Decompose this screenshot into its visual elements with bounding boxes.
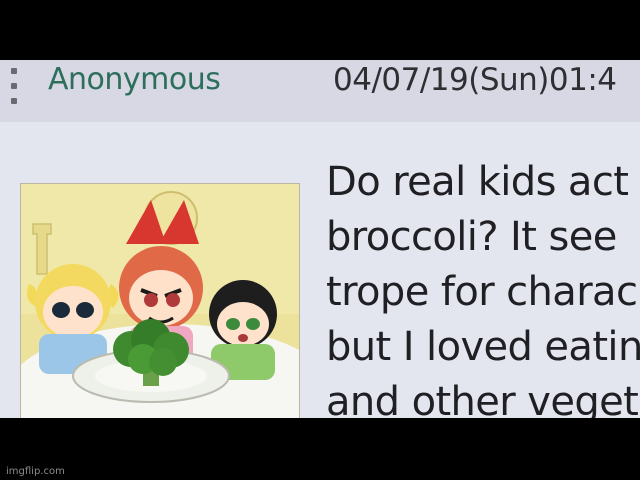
vertical-ellipsis-icon[interactable]: [10, 68, 18, 104]
post-body: Do real kids act broccoli? It see trope …: [326, 155, 640, 418]
post-date: 04/07/19(Sun)01:4: [333, 62, 617, 98]
post-line: Do real kids act: [326, 159, 629, 205]
post-line: broccoli? It see: [326, 214, 617, 260]
post-header: Anonymous 04/07/19(Sun)01:4: [0, 60, 640, 122]
post-photo: Anonymous 04/07/19(Sun)01:4 Do real kids…: [0, 60, 640, 418]
thumbnail-image: [21, 184, 299, 418]
poster-name: Anonymous: [48, 62, 221, 97]
post-thumbnail[interactable]: [20, 183, 300, 418]
post-line: trope for charac: [326, 269, 638, 315]
post-line: and other veget: [326, 379, 639, 418]
watermark: imgflip.com: [6, 466, 65, 477]
post-line: but I loved eatin: [326, 324, 640, 370]
